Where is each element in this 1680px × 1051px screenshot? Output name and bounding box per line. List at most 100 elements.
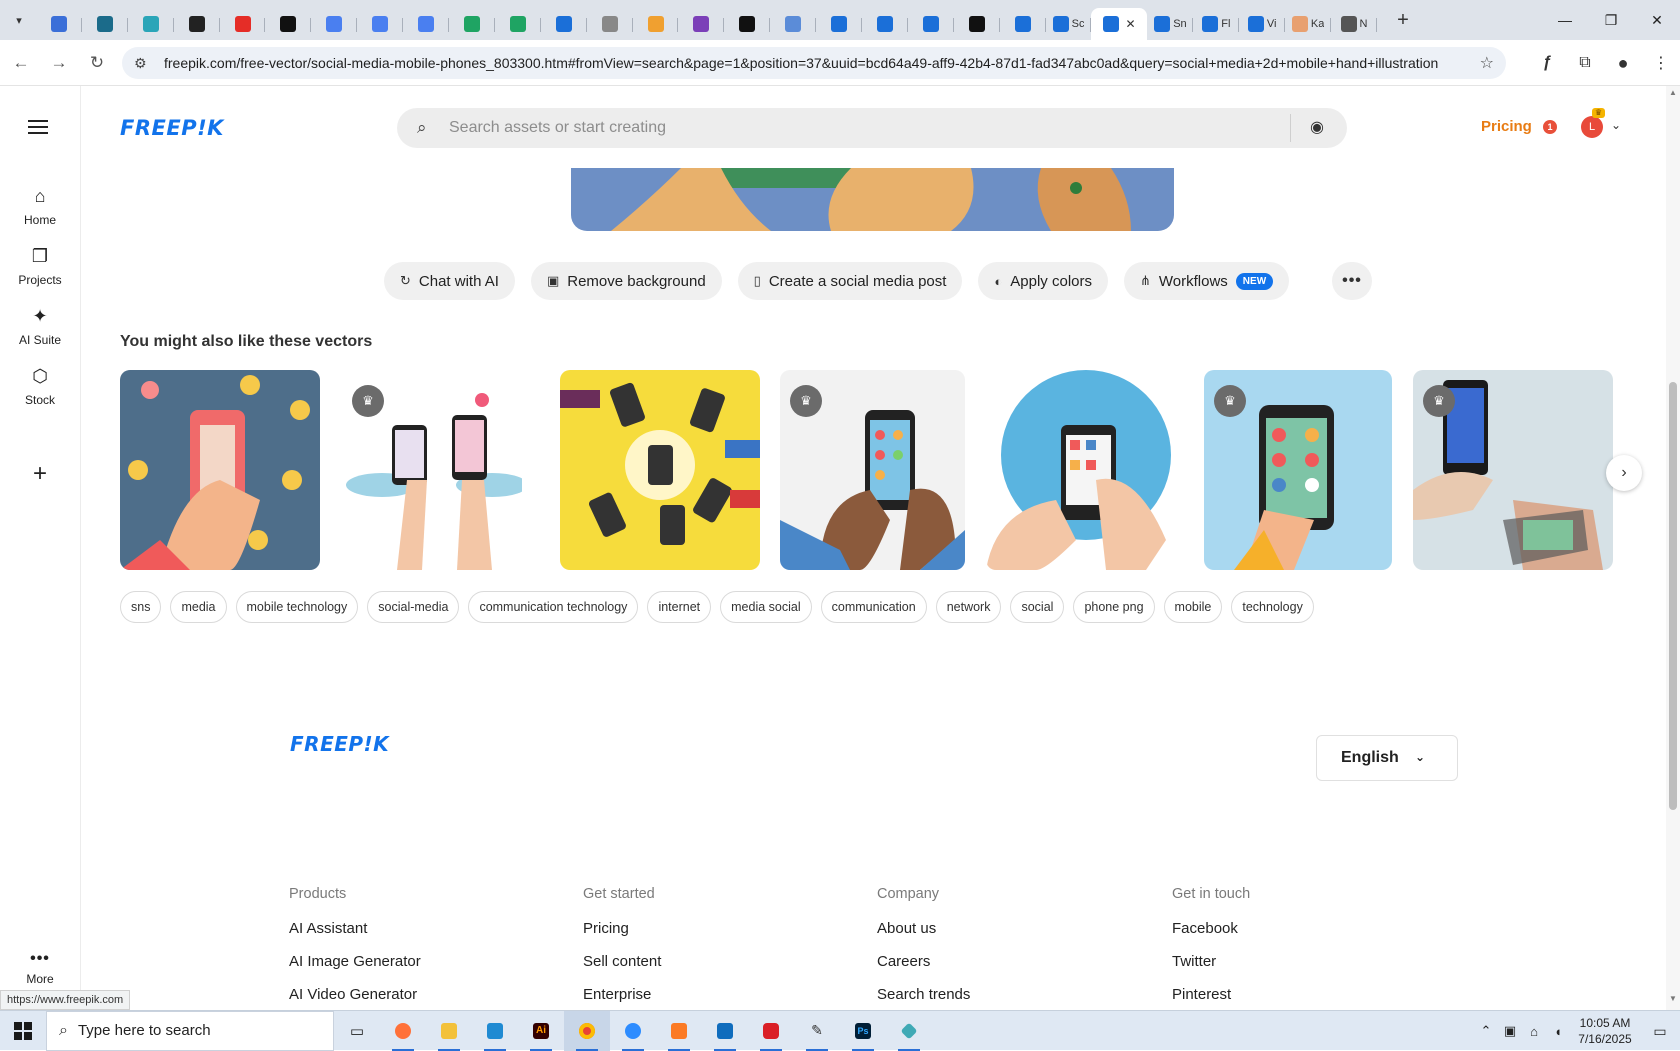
footer-link[interactable]: Careers	[877, 953, 970, 970]
tool-workflows-button[interactable]: ⋔ Workflows NEW	[1123, 262, 1290, 300]
search-icon[interactable]: ⌕	[417, 118, 427, 138]
card-blue-circle-phone[interactable]	[986, 370, 1182, 570]
more-tools-button[interactable]: •••	[1332, 262, 1372, 300]
tab[interactable]	[954, 8, 1000, 40]
card-lightblue-phone[interactable]: ♛	[1204, 370, 1392, 570]
tab[interactable]	[449, 8, 495, 40]
card-yellow-phones[interactable]	[560, 370, 760, 570]
search-input[interactable]	[449, 116, 1269, 140]
tab[interactable]: Sc	[1046, 8, 1092, 40]
tab[interactable]	[357, 8, 404, 40]
tag-chip[interactable]: mobile technology	[235, 591, 359, 623]
tag-chip[interactable]: media	[170, 591, 227, 623]
scrollbar-thumb[interactable]	[1669, 382, 1677, 810]
tool-remove-background-button[interactable]: ▣ Remove background	[530, 262, 722, 300]
firefox-icon[interactable]	[380, 1011, 426, 1051]
tab[interactable]	[403, 8, 449, 40]
photoshop-icon[interactable]: Ps	[840, 1011, 886, 1051]
tab-active[interactable]: ✕	[1091, 8, 1148, 40]
tab[interactable]	[82, 8, 128, 40]
camera-search-icon[interactable]: ◉	[1310, 117, 1324, 137]
tab[interactable]	[128, 8, 174, 40]
pen-tool-icon[interactable]: ✎	[794, 1011, 840, 1051]
creative-cloud-icon[interactable]	[748, 1011, 794, 1051]
footer-link[interactable]: Sell content	[583, 953, 661, 970]
tag-chip[interactable]: internet	[647, 591, 712, 623]
tab[interactable]	[174, 8, 220, 40]
tag-chip[interactable]: social-media	[367, 591, 460, 623]
sidebar-more-button[interactable]: ••• More	[0, 950, 80, 986]
reload-button[interactable]: ↻	[80, 46, 114, 80]
card-phone-network[interactable]	[120, 370, 320, 570]
tab[interactable]	[908, 8, 954, 40]
tag-chip[interactable]: technology	[1231, 591, 1314, 623]
tray-chevron-up-icon[interactable]: ⌃	[1474, 1023, 1498, 1039]
tag-chip[interactable]: social	[1010, 591, 1065, 623]
forward-button[interactable]: →	[42, 46, 76, 80]
tab[interactable]	[770, 8, 817, 40]
file-explorer-icon[interactable]	[426, 1011, 472, 1051]
xampp-icon[interactable]	[656, 1011, 702, 1051]
tag-chip[interactable]: phone png	[1073, 591, 1155, 623]
footer-link[interactable]: About us	[877, 920, 970, 937]
hamburger-menu-icon[interactable]	[28, 116, 48, 138]
sidebar-item-home[interactable]: ⌂ Home	[0, 186, 80, 227]
page-scrollbar[interactable]: ▲ ▼	[1666, 86, 1680, 1010]
tab[interactable]	[816, 8, 862, 40]
tab[interactable]: Sn	[1147, 8, 1194, 40]
tab[interactable]	[495, 8, 541, 40]
tab[interactable]	[541, 8, 587, 40]
taskbar-search[interactable]: ⌕ Type here to search	[46, 1010, 334, 1051]
card-hand-apps[interactable]: ♛	[780, 370, 965, 570]
extension-f-icon[interactable]: ƒ	[1528, 54, 1566, 72]
tab-search-dropdown[interactable]: ▾	[8, 9, 30, 31]
site-info-icon[interactable]: ⚙	[134, 55, 154, 72]
scroll-down-arrow-icon[interactable]: ▼	[1669, 994, 1677, 1003]
address-bar[interactable]: ⚙ freepik.com/free-vector/social-media-m…	[122, 47, 1506, 79]
card-realistic-hands[interactable]: ♛	[1413, 370, 1613, 570]
footer-link[interactable]: Pricing	[583, 920, 661, 937]
vscode-icon[interactable]	[472, 1011, 518, 1051]
notifications-bell-icon[interactable]: 1	[1543, 116, 1565, 138]
tab[interactable]: Fl	[1193, 8, 1240, 40]
tab[interactable]: N	[1331, 8, 1377, 40]
tool-chat-with-ai-button[interactable]: ↻ Chat with AI	[384, 262, 515, 300]
windows-start-icon[interactable]	[0, 1011, 46, 1051]
browser-menu-icon[interactable]: ⋮	[1642, 53, 1680, 73]
profile-avatar-icon[interactable]: ●	[1604, 53, 1642, 74]
tab[interactable]	[678, 8, 725, 40]
tag-chip[interactable]: sns	[120, 591, 162, 623]
footer-link[interactable]: Facebook	[1172, 920, 1250, 937]
add-button[interactable]: +	[22, 456, 58, 492]
tool-apply-colors-button[interactable]: ◐ Apply colors	[978, 262, 1108, 300]
notification-center-icon[interactable]: ▭	[1640, 1023, 1680, 1040]
account-chevron-down-icon[interactable]: ⌄	[1611, 118, 1621, 132]
restore-button[interactable]: ❐	[1588, 0, 1634, 40]
freepik-logo[interactable]: FREEP!K	[120, 116, 224, 140]
footer-link[interactable]: Search trends	[877, 986, 970, 1003]
pricing-link[interactable]: Pricing	[1481, 118, 1532, 135]
footer-link[interactable]: Twitter	[1172, 953, 1250, 970]
footer-link[interactable]: AI Video Generator	[289, 986, 421, 1003]
close-window-button[interactable]: ✕	[1634, 0, 1680, 40]
scroll-up-arrow-icon[interactable]: ▲	[1669, 88, 1677, 97]
app-diamond-icon[interactable]	[886, 1011, 932, 1051]
main-preview-image[interactable]	[571, 168, 1174, 231]
taskbar-clock[interactable]: 10:05 AM 7/16/2025	[1570, 1015, 1640, 1047]
new-tab-button[interactable]: +	[1389, 9, 1417, 32]
tab[interactable]	[587, 8, 633, 40]
tag-chip[interactable]: communication technology	[468, 591, 639, 623]
tag-chip[interactable]: network	[935, 591, 1002, 623]
user-avatar[interactable]: L	[1581, 116, 1603, 138]
outlook-icon[interactable]	[702, 1011, 748, 1051]
illustrator-icon[interactable]: Ai	[518, 1011, 564, 1051]
sidebar-item-stock[interactable]: ⬡ Stock	[0, 366, 80, 407]
volume-icon[interactable]: ◖	[1546, 1024, 1570, 1039]
tab[interactable]	[220, 8, 266, 40]
language-select[interactable]: English ⌄	[1316, 735, 1458, 781]
tag-chip[interactable]: mobile	[1163, 591, 1223, 623]
carousel-next-button[interactable]: ›	[1606, 455, 1642, 491]
tool-create-a-social-media-post-button[interactable]: ▯ Create a social media post	[737, 262, 963, 300]
footer-link[interactable]: AI Assistant	[289, 920, 421, 937]
tab[interactable]	[724, 8, 771, 40]
